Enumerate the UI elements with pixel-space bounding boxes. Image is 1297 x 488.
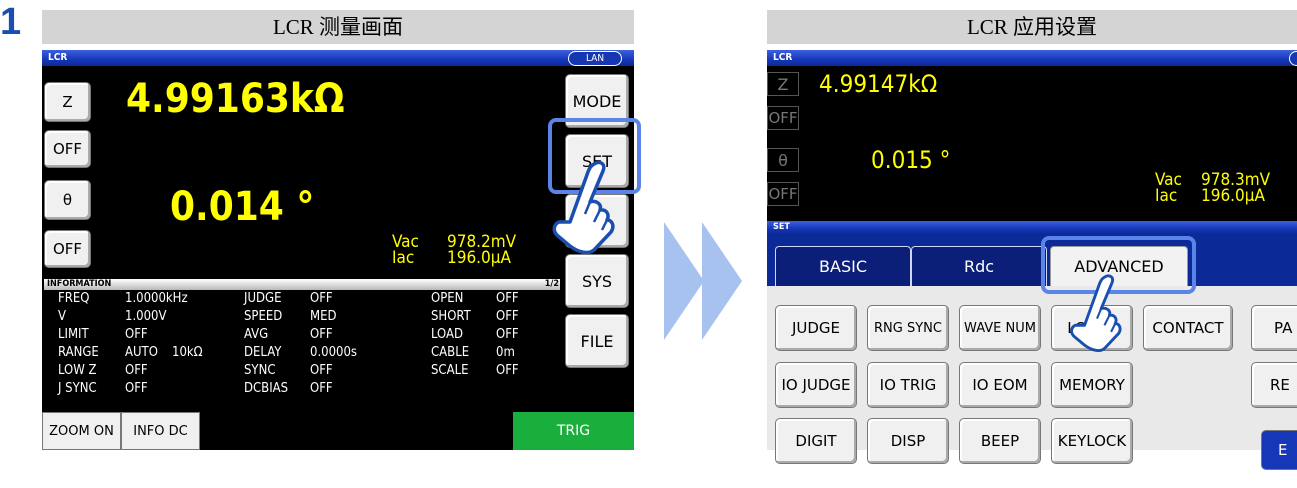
info-row-4: RANGE AUTO 10kΩ DELAY 0.0000s CABLE 0m [42,344,563,362]
load-value: OFF [496,327,519,342]
sync-value: OFF [310,363,333,378]
wave-num-button[interactable]: WAVE NUM [959,305,1041,351]
range-value: AUTO [125,345,158,360]
v-value: 1.000V [125,309,167,324]
sync-label: SYNC [244,363,276,378]
keylock-button[interactable]: KEYLOCK [1051,418,1133,464]
toggle2-button[interactable]: OFF [767,182,799,206]
freq-value: 1.0000kHz [125,291,188,306]
param2-value: 0.014 ° [170,184,315,230]
set-bar-label: SET [773,222,790,232]
v-label: V [58,309,66,324]
next-arrow-icon [664,222,742,340]
short-label: SHORT [431,309,471,324]
set-button[interactable]: SET [565,134,629,188]
open-value: OFF [496,291,519,306]
param2-value: 0.015 ° [871,146,951,174]
dcbias-label: DCBIAS [244,381,289,396]
cable-label: CABLE [431,345,470,360]
io-trig-button[interactable]: IO TRIG [867,362,949,408]
toggle2-button[interactable]: OFF [44,230,91,268]
param1-value: 4.99163kΩ [126,76,345,122]
judge-button[interactable]: JUDGE [775,305,857,351]
lowz-value: OFF [125,363,148,378]
info-row-5: LOW Z OFF SYNC OFF SCALE OFF [42,362,563,380]
sys-button[interactable]: SYS [565,254,629,308]
cable-value: 0m [496,345,515,360]
info-row-6: J SYNC OFF DCBIAS OFF [42,380,563,398]
freq-label: FREQ [58,291,90,306]
avg-value: OFF [310,327,333,342]
mode-button[interactable]: MODE [565,74,629,128]
lan-indicator [1289,51,1297,66]
title-bar-label: LCR [48,52,68,63]
left-screen-caption: LCR 测量画面 [42,10,634,44]
set-bar: SET [767,221,1297,234]
information-page: 1/2 [544,279,559,289]
re-button[interactable]: RE [1251,362,1297,408]
range-label: RANGE [58,345,99,360]
range-extra: 10kΩ [172,345,203,360]
open-label: OPEN [431,291,464,306]
scale-value: OFF [496,363,519,378]
dcbias-value: OFF [310,381,333,396]
info-row-1: FREQ 1.0000kHz JUDGE OFF OPEN OFF [42,290,563,308]
limit-value: OFF [125,327,148,342]
param1-value: 4.99147kΩ [819,70,938,98]
delay-value: 0.0000s [310,345,358,360]
param1-button[interactable]: Z [767,72,799,96]
lan-indicator: LAN [568,51,622,66]
lcr-measurement-screen: LCR LAN Z 4.99163kΩ OFF θ 0.014 ° OFF Va… [42,50,634,450]
rng-sync-button[interactable]: RNG SYNC [867,305,949,351]
tab-basic[interactable]: BASIC [775,246,911,286]
param2-button[interactable]: θ [44,180,91,220]
low-z-button[interactable]: LOW Z [1051,305,1133,351]
iac-value: 196.0μA [447,248,511,268]
scale-label: SCALE [431,363,469,378]
short-value: OFF [496,309,519,324]
delay-label: DELAY [244,345,282,360]
io-judge-button[interactable]: IO JUDGE [775,362,857,408]
avg-label: AVG [244,327,269,342]
param2-button[interactable]: θ [767,148,799,172]
lowz-label: LOW Z [58,363,97,378]
title-bar: LCR [42,50,634,66]
digit-button[interactable]: DIGIT [775,418,857,464]
exit-button[interactable]: E [1261,430,1297,470]
zoom-on-button[interactable]: ZOOM ON [42,412,121,450]
contact-button[interactable]: CONTACT [1143,305,1233,351]
step-number: 1 [0,1,22,43]
beep-button[interactable]: BEEP [959,418,1041,464]
io-eom-button[interactable]: IO EOM [959,362,1041,408]
information-header: INFORMATION [44,279,560,290]
iac-value: 196.0μA [1201,186,1265,206]
file-button[interactable]: FILE [565,314,629,368]
toggle1-button[interactable]: OFF [44,130,91,168]
judge-value: OFF [310,291,333,306]
iac-label: Iac [392,248,415,268]
judge-label: JUDGE [244,291,282,306]
tab-advanced[interactable]: ADVANCED [1050,246,1188,286]
iac-label: Iac [1155,186,1178,206]
adj-button[interactable]: ADJ [565,194,629,248]
param1-button[interactable]: Z [44,82,91,122]
title-bar-label: LCR [773,52,793,63]
limit-label: LIMIT [58,327,89,342]
speed-value: MED [310,309,337,324]
load-label: LOAD [431,327,464,342]
title-bar: LCR [767,50,1297,66]
trig-button[interactable]: TRIG [513,412,634,450]
tab-rdc[interactable]: Rdc [911,246,1047,286]
info-row-3: LIMIT OFF AVG OFF LOAD OFF [42,326,563,344]
speed-label: SPEED [244,309,283,324]
toggle1-button[interactable]: OFF [767,106,799,130]
memory-button[interactable]: MEMORY [1051,362,1133,408]
info-row-2: V 1.000V SPEED MED SHORT OFF [42,308,563,326]
disp-button[interactable]: DISP [867,418,949,464]
pa-button[interactable]: PA [1251,305,1297,351]
right-screen-caption: LCR 应用设置 [767,10,1297,44]
info-dc-button[interactable]: INFO DC [121,412,200,450]
jsync-label: J SYNC [58,381,97,396]
jsync-value: OFF [125,381,148,396]
